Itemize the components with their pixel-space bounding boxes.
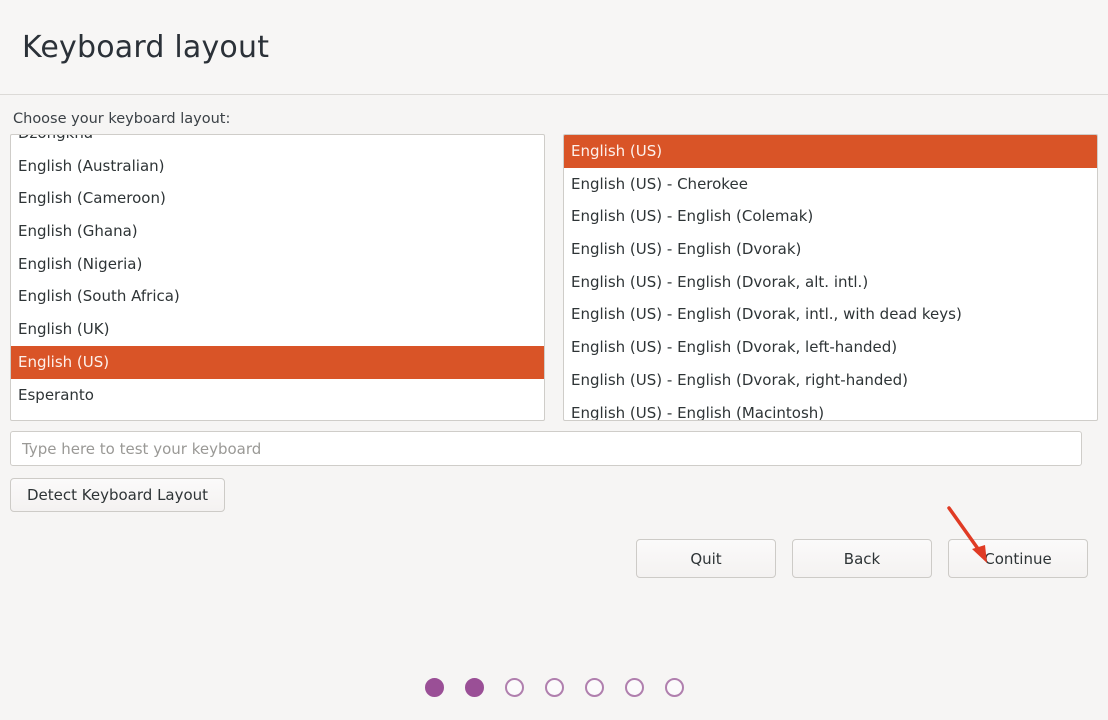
progress-dot [544, 678, 564, 697]
progress-dot [504, 678, 524, 697]
main-content: Choose your keyboard layout: DzongkhaEng… [0, 95, 1108, 578]
detect-keyboard-layout-button[interactable]: Detect Keyboard Layout [10, 478, 226, 512]
language-list-item[interactable]: English (US) [11, 345, 544, 379]
progress-dots [0, 678, 1108, 697]
language-list-item[interactable]: English (Australian) [11, 150, 544, 183]
detect-row: Detect Keyboard Layout [10, 478, 1098, 512]
language-list-item[interactable]: English (South Africa) [11, 280, 544, 313]
keyboard-lists-row: DzongkhaEnglish (Australian)English (Cam… [10, 134, 1098, 421]
keyboard-layout-label: Choose your keyboard layout: [13, 111, 231, 127]
quit-button[interactable]: Quit [636, 539, 776, 578]
page-title: Keyboard layout [22, 29, 270, 65]
keyboard-test-input[interactable] [10, 431, 1082, 466]
progress-dot [424, 678, 444, 697]
continue-button[interactable]: Continue [948, 539, 1088, 578]
variant-list-scroll-area[interactable]: English (US) English (US) - Cherokee Engli… [564, 135, 1097, 421]
language-list-item[interactable]: English (UK) [11, 313, 544, 346]
language-list-item[interactable]: Dzongkha [11, 135, 544, 150]
variant-list-item[interactable]: English (US) - English (Macintosh) [564, 397, 1097, 421]
variant-list-item[interactable]: English (US) - English (Dvorak, intl., w… [564, 298, 1097, 331]
variant-list-item[interactable]: English (US) [564, 135, 1097, 168]
navigation-buttons: Quit Back Continue [10, 539, 1098, 578]
back-button[interactable]: Back [792, 539, 932, 578]
page-header: Keyboard layout [0, 0, 1108, 95]
keyboard-variant-list[interactable]: English (US) English (US) - Cherokee Engli… [563, 134, 1098, 421]
language-list-item[interactable]: English (Cameroon) [11, 182, 544, 215]
variant-list-item[interactable]: English (US) - English (Dvorak, left-han… [564, 331, 1097, 364]
language-list-item[interactable]: Esperanto [11, 379, 544, 412]
variant-list-item[interactable]: English (US) - English (Dvorak) [564, 233, 1097, 266]
variant-list-item[interactable]: English (US) - English (Colemak) [564, 200, 1097, 233]
language-list-scroll-area[interactable]: DzongkhaEnglish (Australian)English (Cam… [11, 135, 544, 412]
keyboard-language-list[interactable]: DzongkhaEnglish (Australian)English (Cam… [10, 134, 545, 421]
progress-dot [584, 678, 604, 697]
variant-list-item[interactable]: English (US) - Cherokee [564, 168, 1097, 201]
language-list-item[interactable]: English (Nigeria) [11, 248, 544, 281]
language-list-item[interactable]: English (Ghana) [11, 215, 544, 248]
progress-dot [624, 678, 644, 697]
variant-list-item[interactable]: English (US) - English (Dvorak, alt. int… [564, 266, 1097, 299]
progress-dot [464, 678, 484, 697]
progress-dot [664, 678, 684, 697]
variant-list-item[interactable]: English (US) - English (Dvorak, right-ha… [564, 364, 1097, 397]
